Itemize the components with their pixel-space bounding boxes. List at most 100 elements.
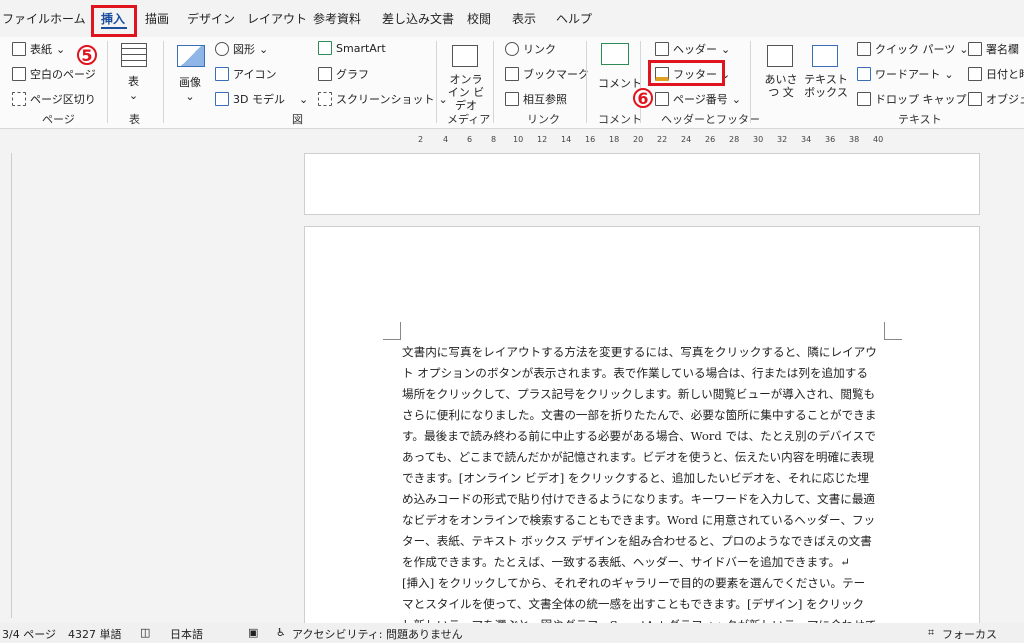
step-6-marker: 6 [633,88,653,108]
page-break-icon [12,92,26,106]
cover-page-icon [12,42,26,56]
tab-mailings[interactable]: 差し込み文書 [382,10,454,27]
tab-draw[interactable]: 描画 [145,10,169,27]
signature-icon [968,42,982,56]
chart-button[interactable]: グラフ [318,66,369,82]
group-label-pages: ページ [42,113,75,126]
screenshot-button[interactable]: スクリーンショット ⌄ [318,91,448,107]
bookmark-icon [505,67,519,81]
textbox-button[interactable]: テキスト ボックス [803,73,849,99]
group-label-comment: コメント [598,113,642,126]
header-button[interactable]: ヘッダー ⌄ [655,41,730,57]
icons-button[interactable]: アイコン [215,66,276,82]
tab-help[interactable]: ヘルプ [556,10,592,27]
accessibility-icon: ♿ [276,626,286,639]
document-body-text[interactable]: 文書内に写真をレイアウトする方法を変更するには、写真をクリックすると、隣にレイア… [402,342,884,636]
comment-button[interactable]: コメント [598,75,642,91]
online-video-icon [452,45,478,67]
smartart-button[interactable]: SmartArt [318,41,386,55]
shapes-icon [215,42,229,56]
focus-icon: ⌗ [928,626,935,639]
tab-home[interactable]: ホーム [50,10,86,27]
highlight-footer-button [648,60,725,86]
text-line: す。最後まで読み終わる前に中止する必要がある場合、Word では、たとえ別のデバ… [402,429,876,443]
bar-chart-icon [318,67,332,81]
calendar-icon [968,67,982,81]
text-line: なビデオをオンラインで検索することもできます。Word に用意されているヘッダー… [402,513,876,527]
horizontal-ruler[interactable]: 2 4 6 8 10 12 14 16 18 20 22 24 26 28 30… [395,131,885,153]
tab-layout[interactable]: レイアウト [247,10,307,27]
object-button[interactable]: オブジェク [968,91,1024,107]
tab-references[interactable]: 参考資料 [313,10,361,27]
group-label-header-footer: ヘッダーとフッター [661,113,760,126]
bookmark-button[interactable]: ブックマーク [505,66,589,82]
group-separator [436,41,437,123]
quick-parts-icon [857,42,871,56]
blank-page-button[interactable]: 空白のページ [12,66,96,82]
text-line: あっても、どこまで読んだかが記憶されます。ビデオを使うと、伝えたい内容を明確に表… [402,450,874,464]
language-indicator[interactable]: 日本語 [170,626,203,642]
wordart-button[interactable]: ワードアート ⌄ [857,66,954,82]
image-icon [177,45,205,67]
cube-icon [215,92,229,106]
page-break-button[interactable]: ページ区切り [12,91,96,107]
group-label-text: テキスト [898,113,942,126]
tab-file[interactable]: ファイル [2,10,50,27]
shapes-button[interactable]: 図形 ⌄ [215,41,268,57]
group-separator [493,41,494,123]
vertical-ruler[interactable] [0,153,12,618]
tab-view[interactable]: 表示 [512,10,536,27]
tab-review[interactable]: 校閲 [467,10,491,27]
text-line: マとスタイルを使って、文書全体の統一感を出すこともできます。[デザイン] をクリ… [402,597,865,611]
drop-cap-button[interactable]: ドロップ キャップ⌄ [857,91,980,107]
comment-icon [601,43,629,65]
link-icon [505,42,519,56]
focus-mode-button[interactable]: フォーカス [942,626,997,642]
3d-model-button[interactable]: 3D モデル ⌄ [215,91,308,107]
signature-line-button[interactable]: 署名欄 [968,41,1019,57]
group-separator [107,41,108,123]
group-label-illustrations: 図 [292,113,303,126]
ribbon: 表紙 ⌄ 空白のページ ページ区切り ページ 表 ⌄ 表 画像 ⌄ 図形 ⌄ アイコン … [0,37,1024,129]
group-separator [163,41,164,123]
group-separator [750,41,751,123]
proofing-icon[interactable]: ◫ [140,626,150,639]
date-time-button[interactable]: 日付と時 [968,66,1024,82]
smartart-icon [318,41,332,55]
display-settings-icon[interactable]: ▣ [248,626,258,639]
table-icon [121,43,147,67]
group-label-media: メディア [447,113,491,126]
cross-reference-icon [505,92,519,106]
blank-page-icon [12,67,26,81]
screenshot-icon [318,92,332,106]
table-button[interactable]: 表 ⌄ [128,73,139,102]
quick-parts-button[interactable]: クイック パーツ ⌄ [857,41,969,57]
document-page-previous[interactable] [304,153,980,215]
online-video-button[interactable]: オンライン ビデオ [446,73,486,112]
page-number-button[interactable]: ページ番号 ⌄ [655,91,741,107]
text-line: [挿入] をクリックしてから、それぞれのギャラリーで目的の要素を選んでください。… [402,576,866,590]
image-button[interactable]: 画像 ⌄ [179,74,201,103]
cover-page-button[interactable]: 表紙 ⌄ [12,41,65,57]
cross-reference-button[interactable]: 相互参照 [505,91,567,107]
text-line: さらに便利になりました。文書の一部を折りたたんで、必要な箇所に集中することができ… [402,408,877,422]
header-icon [655,42,669,56]
word-count[interactable]: 4327 単語 [68,626,122,642]
wordart-icon [857,67,871,81]
group-label-table: 表 [129,113,140,126]
link-button[interactable]: リンク [505,41,556,57]
text-line: ト オプションのボタンが表示されます。表で作業している場合は、行または列を追加す… [402,366,868,380]
text-line: を作成できます。たとえば、一致する表紙、ヘッダー、サイドバーを追加できます。↵ [402,555,850,569]
status-bar: 3/4 ページ 4327 単語 ◫ 日本語 ▣ ♿ アクセシビリティ: 問題あり… [0,623,1024,643]
icons-icon [215,67,229,81]
highlight-insert-tab [91,5,137,37]
text-line: できます。[オンライン ビデオ] をクリックすると、追加したいビデオを、それに応… [402,471,869,485]
tab-design[interactable]: デザイン [187,10,235,27]
text-line: 場所をクリックして、プラス記号をクリックします。新しい閲覧ビューが導入され、閲覧… [402,387,876,401]
drop-cap-icon [857,92,871,106]
greeting-button[interactable]: あいさつ 文 [760,73,802,99]
page-number-icon [655,92,669,106]
menu-bar: ファイル ホーム 挿入 描画 デザイン レイアウト 参考資料 差し込み文書 校閲… [0,0,1024,37]
page-count[interactable]: 3/4 ページ [2,626,56,642]
accessibility-status[interactable]: アクセシビリティ: 問題ありません [292,626,463,642]
